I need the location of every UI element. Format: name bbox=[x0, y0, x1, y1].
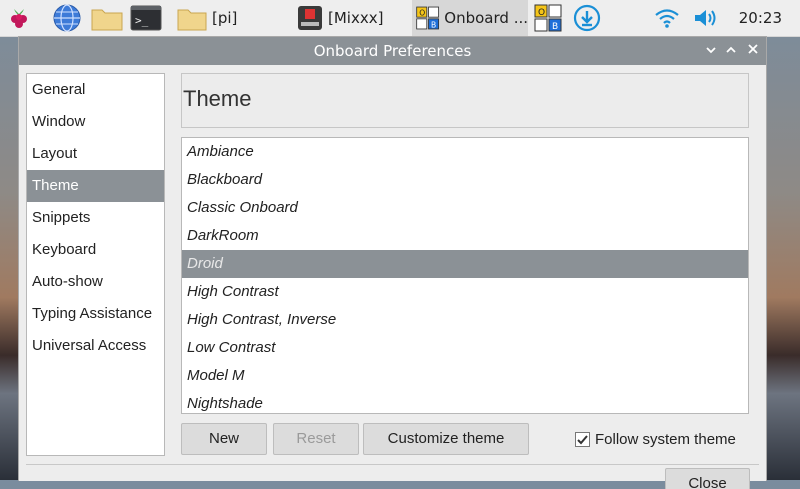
taskbar-item-label: Onboard ... bbox=[444, 9, 528, 27]
svg-text:O: O bbox=[538, 8, 545, 18]
download-button[interactable] bbox=[573, 0, 605, 36]
divider bbox=[26, 464, 759, 465]
clock[interactable]: 20:23 bbox=[739, 0, 782, 36]
titlebar[interactable]: Onboard Preferences bbox=[19, 37, 766, 65]
folder-icon bbox=[177, 9, 207, 31]
list-item[interactable]: Model M bbox=[182, 362, 748, 390]
taskbar-item-pi[interactable]: [pi] bbox=[176, 0, 286, 36]
sidebar-item-snippets[interactable]: Snippets bbox=[27, 202, 164, 234]
list-item[interactable]: DarkRoom bbox=[182, 222, 748, 250]
web-browser-icon bbox=[53, 4, 81, 32]
web-browser-button[interactable] bbox=[52, 0, 86, 36]
raspberry-menu-button[interactable] bbox=[6, 0, 36, 36]
terminal-button[interactable]: >_ bbox=[130, 0, 164, 36]
taskbar-item-label: [Mixxx] bbox=[328, 9, 384, 27]
list-item[interactable]: Nightshade bbox=[182, 390, 748, 413]
list-item[interactable]: Classic Onboard bbox=[182, 194, 748, 222]
new-button[interactable]: New bbox=[181, 423, 267, 455]
sidebar-item-general[interactable]: General bbox=[27, 74, 164, 106]
pane-header: Theme bbox=[181, 73, 749, 128]
file-manager-button[interactable] bbox=[90, 0, 126, 36]
sidebar: General Window Layout Theme Snippets Key… bbox=[26, 73, 165, 456]
sidebar-item-layout[interactable]: Layout bbox=[27, 138, 164, 170]
list-item[interactable]: High Contrast bbox=[182, 278, 748, 306]
onboard-tray-button[interactable]: O B bbox=[533, 0, 565, 36]
file-manager-icon bbox=[91, 9, 123, 31]
svg-text:O: O bbox=[419, 8, 425, 17]
list-item[interactable]: High Contrast, Inverse bbox=[182, 306, 748, 334]
taskbar-item-mixxx[interactable]: [Mixxx] bbox=[296, 0, 406, 36]
follow-system-theme-toggle[interactable]: Follow system theme bbox=[575, 429, 736, 449]
reset-button[interactable]: Reset bbox=[273, 423, 359, 455]
list-item[interactable]: Ambiance bbox=[182, 138, 748, 166]
close-window-button[interactable] bbox=[744, 41, 762, 61]
taskbar: >_ [pi] [Mixxx] O B Onboard ... O B 20:2… bbox=[0, 0, 800, 37]
svg-text:>_: >_ bbox=[135, 14, 149, 27]
wifi-button[interactable] bbox=[654, 0, 684, 36]
follow-system-theme-label: Follow system theme bbox=[595, 430, 736, 448]
preferences-window: Onboard Preferences General Window Layou… bbox=[18, 36, 767, 489]
close-button[interactable]: Close bbox=[665, 468, 750, 489]
svg-text:B: B bbox=[552, 22, 558, 32]
sidebar-item-auto-show[interactable]: Auto-show bbox=[27, 266, 164, 298]
download-icon bbox=[573, 4, 601, 32]
onboard-tray-icon: O B bbox=[534, 4, 562, 32]
list-item[interactable]: Low Contrast bbox=[182, 334, 748, 362]
follow-system-theme-checkbox[interactable] bbox=[575, 431, 590, 447]
taskbar-item-onboard[interactable]: O B Onboard ... bbox=[412, 0, 528, 36]
taskbar-item-label: [pi] bbox=[212, 9, 238, 27]
sidebar-item-theme[interactable]: Theme bbox=[27, 170, 164, 202]
wifi-icon bbox=[655, 9, 679, 28]
raspberry-menu-icon bbox=[11, 9, 27, 28]
chevron-up-icon bbox=[726, 46, 736, 53]
onboard-app-icon: O B bbox=[416, 6, 440, 30]
list-item[interactable]: Blackboard bbox=[182, 166, 748, 194]
sidebar-item-universal-access[interactable]: Universal Access bbox=[27, 330, 164, 362]
mixxx-app-icon bbox=[298, 6, 322, 30]
page-title: Theme bbox=[183, 86, 252, 111]
svg-text:B: B bbox=[431, 20, 436, 29]
list-item-selected[interactable]: Droid bbox=[182, 250, 748, 278]
sidebar-item-keyboard[interactable]: Keyboard bbox=[27, 234, 164, 266]
maximize-button[interactable] bbox=[722, 41, 740, 61]
sidebar-item-window[interactable]: Window bbox=[27, 106, 164, 138]
window-menu-button[interactable] bbox=[702, 41, 720, 61]
sidebar-item-typing-assistance[interactable]: Typing Assistance bbox=[27, 298, 164, 330]
theme-list[interactable]: Ambiance Blackboard Classic Onboard Dark… bbox=[181, 137, 749, 414]
window-title: Onboard Preferences bbox=[313, 42, 472, 60]
customize-theme-button[interactable]: Customize theme bbox=[363, 423, 529, 455]
checkmark-icon bbox=[577, 434, 588, 444]
volume-button[interactable] bbox=[693, 0, 721, 36]
close-icon bbox=[748, 44, 758, 54]
terminal-icon: >_ bbox=[130, 5, 162, 31]
chevron-down-icon bbox=[706, 47, 716, 54]
volume-icon bbox=[695, 10, 716, 26]
